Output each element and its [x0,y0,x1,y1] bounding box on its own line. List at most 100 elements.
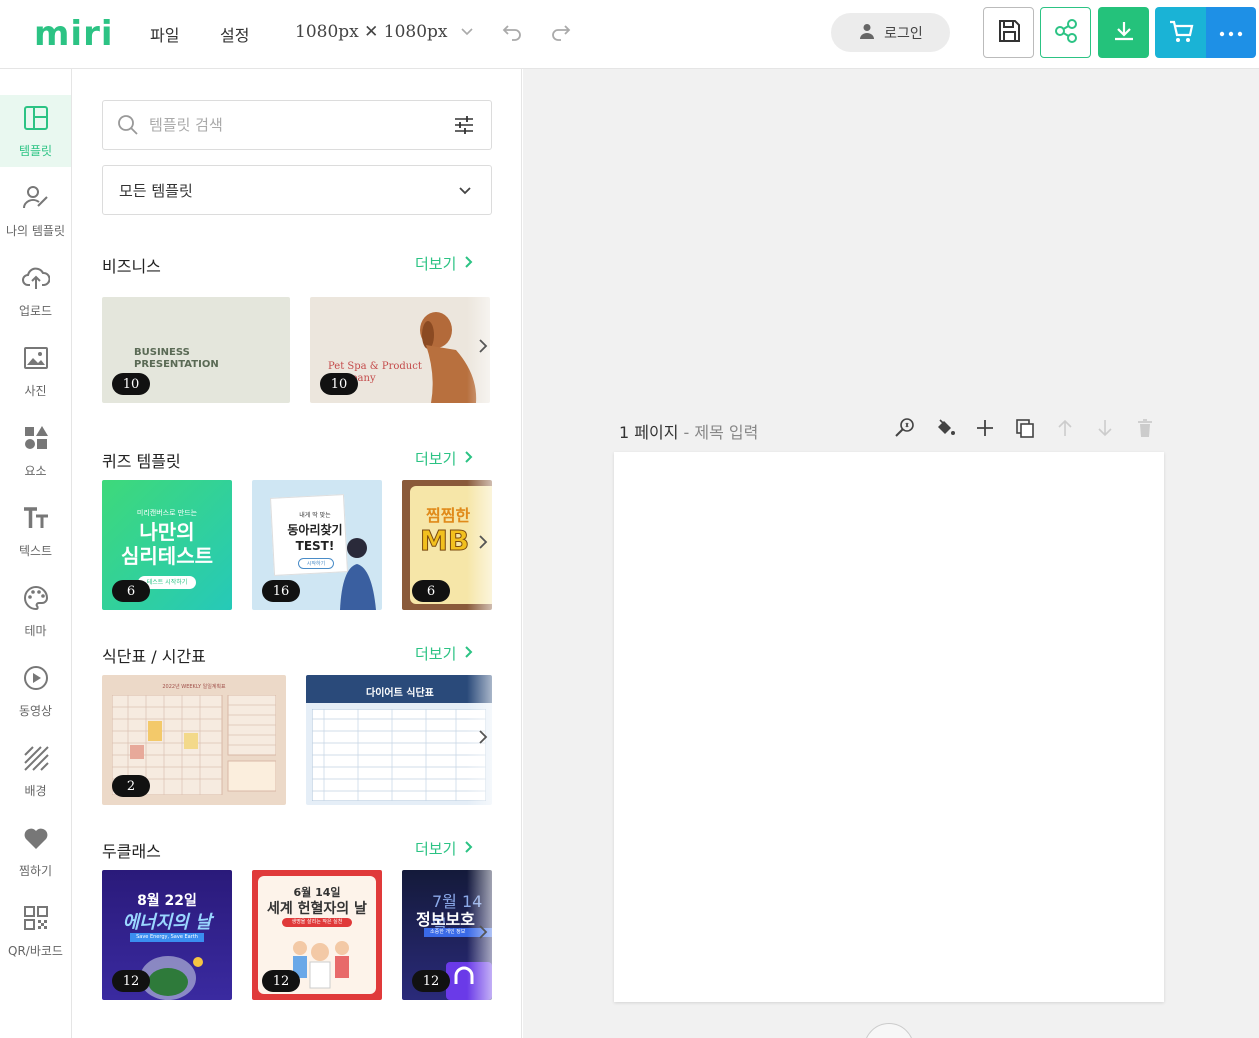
menu-settings[interactable]: 설정 [220,22,249,46]
chevron-right-icon[interactable] [477,335,489,359]
page-title-input[interactable]: 제목 입력 [694,423,758,442]
left-sidebar: 템플릿 나의 템플릿 업로드 사진 요소 텍스트 테마 동영상 배경 찜하기 Q… [0,69,72,1038]
cart-button[interactable] [1155,7,1206,58]
sidebar-item-label: 사진 [24,383,47,398]
move-down-icon[interactable] [1093,416,1117,440]
chevron-right-icon[interactable] [477,726,489,750]
video-icon [22,664,50,696]
section-title-doclass: 두클래스 [102,842,161,861]
chevron-right-icon [464,255,474,273]
login-button[interactable]: 로그인 [831,13,950,52]
user-icon [858,22,876,44]
my-template-icon [22,184,50,216]
more-options-button[interactable] [1206,7,1256,58]
thumb-text: 찜찜한 [426,506,471,525]
sidebar-item-photo[interactable]: 사진 [0,335,71,407]
editor-app: miri 파일 설정 1080px ✕ 1080px 로그인 템플릿 나의 템플… [0,0,1259,1038]
photo-icon [22,344,50,376]
text-icon [22,504,50,536]
template-thumb[interactable]: 6월 14일 세계 헌혈자의 날 생명을 살리는 작은 실천 12 [252,870,382,1000]
sidebar-item-upload[interactable]: 업로드 [0,255,71,327]
section-title-quiz: 퀴즈 템플릿 [102,452,181,471]
sidebar-item-label: QR/바코드 [8,943,63,958]
share-button[interactable] [1040,7,1091,58]
delete-icon[interactable] [1133,416,1157,440]
thumb-text: 8월 22일 [137,893,197,909]
row-fade [467,675,521,805]
more-link-doclass[interactable]: 더보기 [415,838,474,859]
page-count-badge: 12 [112,970,150,992]
chevron-right-icon [464,645,474,663]
chevron-right-icon[interactable] [477,531,489,555]
search-icon [117,114,139,140]
add-page-circle-button[interactable] [864,1023,914,1038]
dropdown-value: 모든 템플릿 [119,181,193,200]
template-thumb[interactable]: 내게 딱 맞는 동아리찾기 TEST! 시작하기 16 [252,480,382,610]
paint-bucket-icon[interactable] [933,416,957,440]
sidebar-item-background[interactable]: 배경 [0,735,71,807]
sidebar-item-template[interactable]: 템플릿 [0,95,71,167]
page-count-badge: 16 [262,580,300,602]
thumb-text: 세계 헌혈자의 날 [267,901,367,917]
sidebar-item-theme[interactable]: 테마 [0,575,71,647]
thumb-text: 2022년 WEEKLY 일일계획표 [162,684,226,690]
thumb-text: Save Energy, Save Earth [130,933,204,942]
sidebar-item-video[interactable]: 동영상 [0,655,71,727]
login-label: 로그인 [884,25,923,42]
search-input[interactable] [149,116,439,134]
more-link-business[interactable]: 더보기 [415,253,474,274]
page-label: 1 페이지 - 제목 입력 [619,423,759,442]
section-title-business: 비즈니스 [102,257,161,276]
template-thumb[interactable]: Pet Spa & Product Company 10 [310,297,490,403]
thumb-text: 미리캔버스로 만드는 [136,509,198,517]
sidebar-item-my-template[interactable]: 나의 템플릿 [0,175,71,247]
more-label: 더보기 [415,450,457,468]
template-thumb[interactable]: 8월 22일 에너지의 날 Save Energy, Save Earth 12 [102,870,232,1000]
thumb-text: 나만의 심리테스트 [121,520,213,568]
redo-icon[interactable] [549,20,573,44]
sidebar-item-label: 요소 [24,463,47,478]
thumb-text: 생명을 살리는 작은 실천 [282,918,352,927]
menu-file[interactable]: 파일 [150,22,179,46]
sidebar-item-elements[interactable]: 요소 [0,415,71,487]
upload-icon [21,264,50,296]
more-label: 더보기 [415,645,457,663]
sidebar-item-label: 동영상 [18,703,53,718]
canvas-workspace: 1 페이지 - 제목 입력 [523,69,1259,1038]
sidebar-item-text[interactable]: 텍스트 [0,495,71,567]
template-thumb[interactable]: BUSINESS PRESENTATION 10 [102,297,290,403]
qr-icon [22,904,50,936]
page-count-badge: 6 [112,580,150,602]
filter-icon[interactable] [453,114,475,140]
download-button[interactable] [1098,7,1149,58]
save-button[interactable] [983,7,1034,58]
template-thumb[interactable]: 다이어트 식단표 [306,675,492,805]
more-link-timetable[interactable]: 더보기 [415,643,474,664]
design-canvas[interactable] [614,452,1164,1002]
canvas-size-select[interactable]: 1080px ✕ 1080px [295,22,474,42]
elements-icon [22,424,50,456]
sidebar-item-qr[interactable]: QR/바코드 [0,895,71,967]
page-count-badge: 6 [412,580,450,602]
template-thumb[interactable]: 2022년 WEEKLY 일일계획표 2 [102,675,286,805]
add-page-icon[interactable] [973,416,997,440]
undo-icon[interactable] [500,20,524,44]
template-thumb[interactable]: 미리캔버스로 만드는 나만의 심리테스트 테스트 시작하기 6 [102,480,232,610]
chevron-right-icon[interactable] [477,921,489,945]
move-up-icon[interactable] [1053,416,1077,440]
row-fade [467,480,521,610]
download-icon [1111,18,1137,48]
copy-page-icon[interactable] [1013,416,1037,440]
thumb-text: 에너지의 날 [122,912,212,933]
more-link-quiz[interactable]: 더보기 [415,448,474,469]
page-number: 1 페이지 [619,423,679,442]
miri-logo[interactable]: miri [34,14,114,54]
page-count-badge: 2 [112,775,150,797]
chevron-right-icon [464,840,474,858]
sidebar-item-label: 나의 템플릿 [5,223,65,238]
magic-wand-icon[interactable] [893,416,917,440]
canvas-size-value: 1080px ✕ 1080px [295,22,448,42]
more-label: 더보기 [415,840,457,858]
template-category-select[interactable]: 모든 템플릿 [102,165,492,215]
sidebar-item-favorite[interactable]: 찜하기 [0,815,71,887]
